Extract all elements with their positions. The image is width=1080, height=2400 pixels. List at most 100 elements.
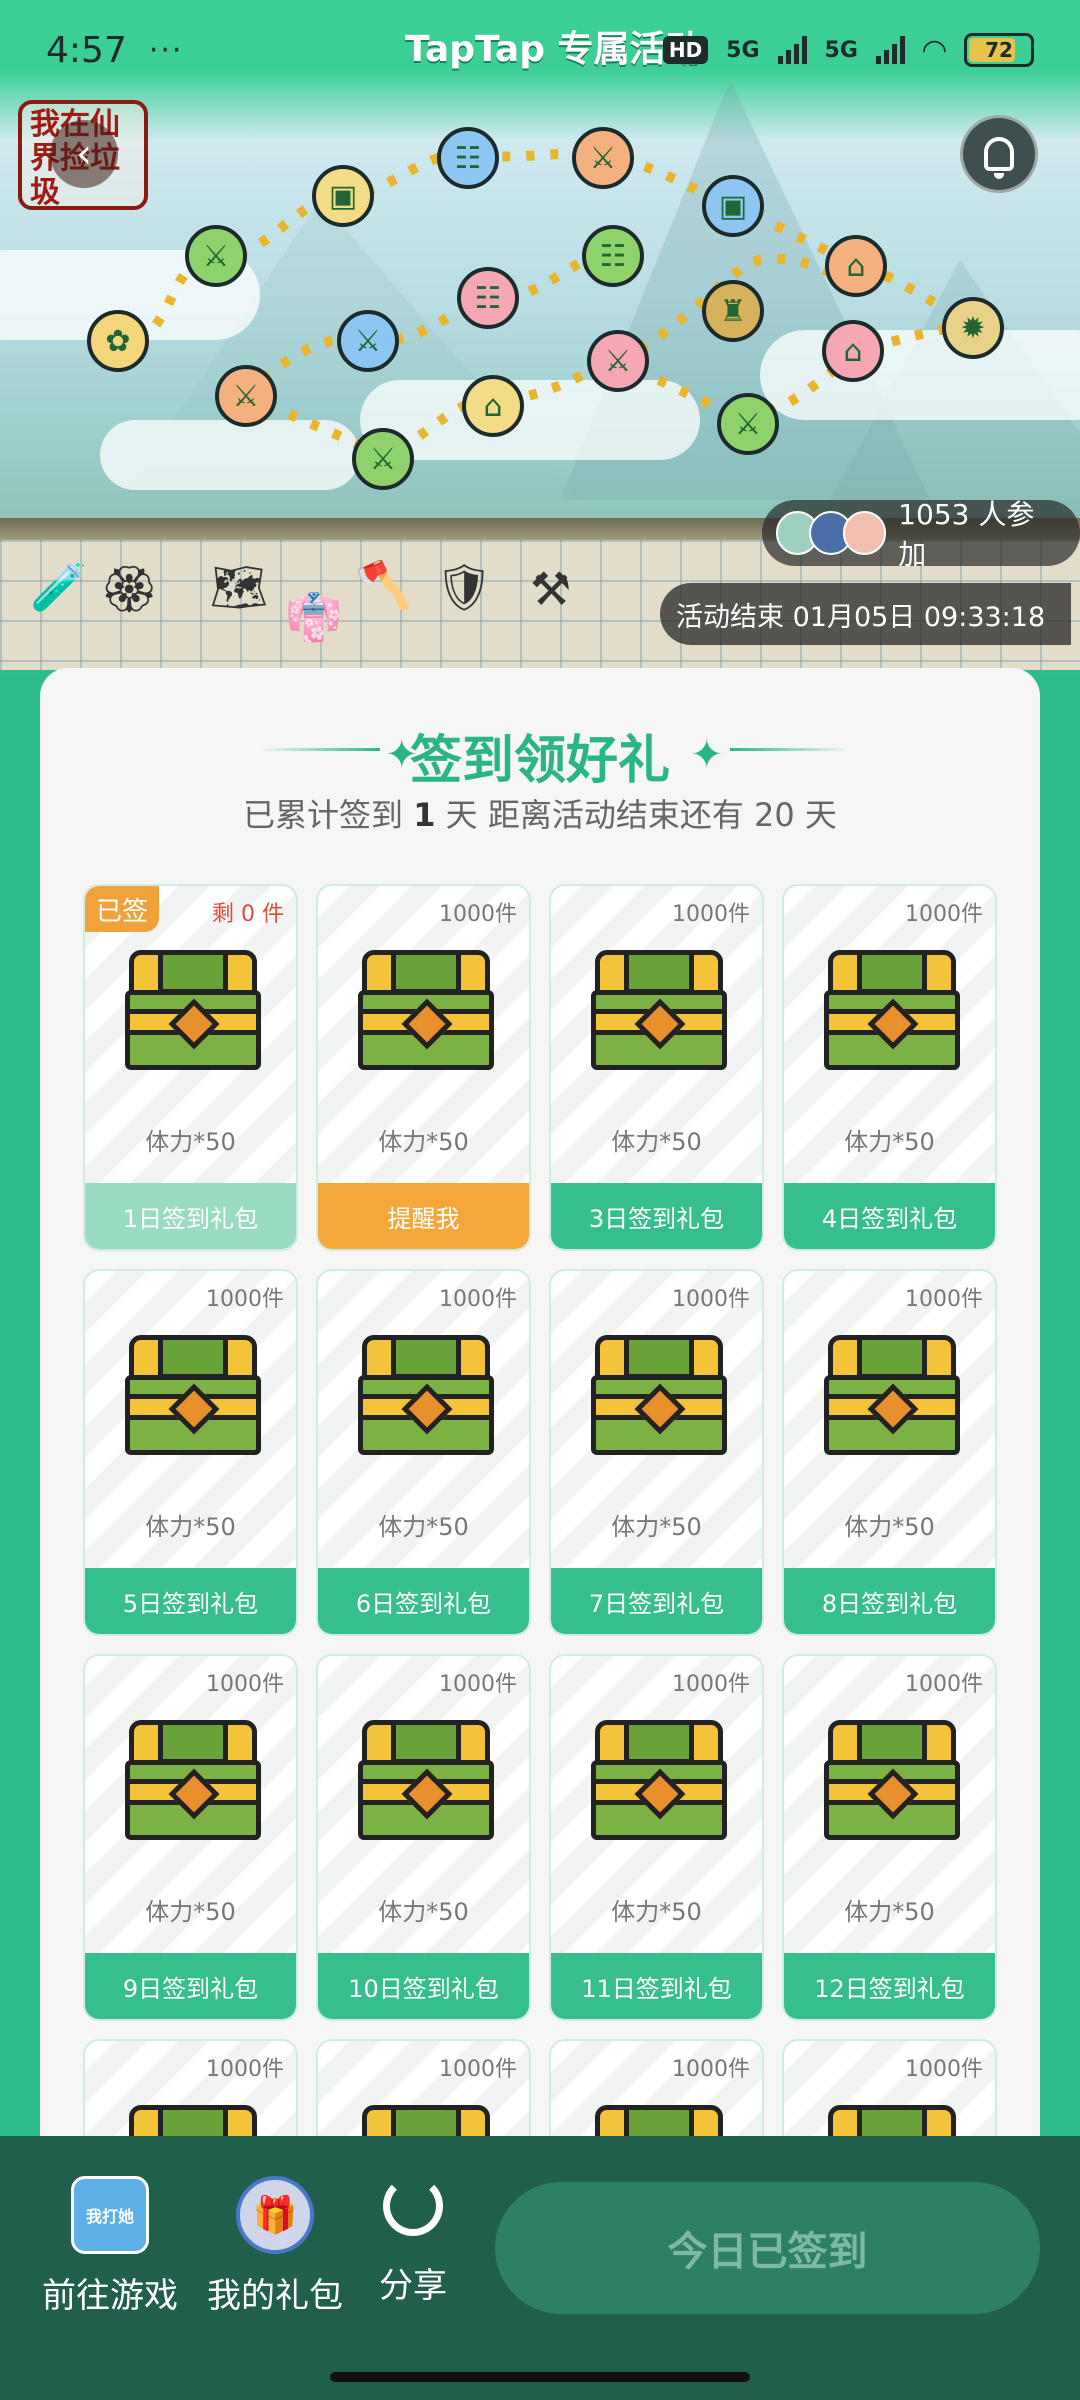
network-type-2: 5G <box>824 37 858 63</box>
gift-claim-button[interactable]: 5日签到礼包 <box>85 1568 296 1634</box>
map-node-boss-icon[interactable]: ✹ <box>942 297 1004 359</box>
signal-icon <box>777 36 807 64</box>
gift-reward: 体力*50 <box>145 1898 236 1926</box>
activity-banner: ✿ ⚔ ⚔ ▣ ⚔ ⚔ ☷ ☷ ⌂ ⚔ ☷ ⚔ ▣ ♜ ⚔ ⌂ ⌂ ✹ 🧪 🏵 … <box>0 0 1080 680</box>
participants-count: 1053 人参加 <box>898 498 1035 571</box>
gift-claim-button[interactable]: 9日签到礼包 <box>85 1953 296 2019</box>
gift-card[interactable]: 1000件体力*50 12日签到礼包 <box>782 1654 997 2021</box>
title-decoration <box>730 748 850 751</box>
battery-icon: 72 <box>964 33 1034 67</box>
share-icon <box>383 2176 443 2236</box>
gift-stock: 1000件 <box>206 1672 284 1697</box>
item-medal-icon: 🏵 <box>100 562 159 616</box>
map-node-chest-icon[interactable]: ▣ <box>702 175 764 237</box>
map-node-swords-icon[interactable]: ⚔ <box>215 365 277 427</box>
gift-reward: 体力*50 <box>378 1898 469 1926</box>
gift-card[interactable]: 1000件 体力*50 8日签到礼包 <box>782 1269 997 1636</box>
gift-card[interactable]: 1000件体力*50 7日签到礼包 <box>549 1269 764 1636</box>
map-node-scroll-icon[interactable]: ☷ <box>437 127 499 189</box>
notification-button[interactable] <box>960 115 1038 193</box>
wifi-icon: ◠ <box>922 32 946 68</box>
sparkle-icon: ✦ <box>690 732 724 778</box>
home-indicator[interactable] <box>330 2372 750 2382</box>
gift-reward: 体力*50 <box>611 1128 702 1156</box>
gift-card[interactable]: 1000件体力*50 10日签到礼包 <box>316 1654 531 2021</box>
signed-badge: 已签 <box>85 886 159 932</box>
map-node-scroll-icon[interactable]: ☷ <box>457 267 519 329</box>
map-node-temple-icon[interactable]: ⌂ <box>822 320 884 382</box>
gift-claim-button[interactable]: 12日签到礼包 <box>784 1953 995 2019</box>
gift-stock: 1000件 <box>439 2057 517 2082</box>
map-node-swords-icon[interactable]: ⚔ <box>717 393 779 455</box>
gift-stock: 1000件 <box>905 1287 983 1312</box>
gift-card[interactable]: 1000件体力*50 提醒我 <box>316 884 531 1251</box>
gift-card[interactable]: 1000件 体力*50 5日签到礼包 <box>83 1269 298 1636</box>
back-button[interactable]: ‹ <box>50 120 118 188</box>
gift-card[interactable]: 1000件体力*50 9日签到礼包 <box>83 1654 298 2021</box>
gift-claim-button[interactable]: 6日签到礼包 <box>318 1568 529 1634</box>
item-axe-icon: 🪓 <box>355 558 413 612</box>
map-node-lotus-icon[interactable]: ✿ <box>87 310 149 372</box>
item-flask-icon: 🧪 <box>30 560 88 614</box>
gift-reward: 体力*50 <box>378 1128 469 1156</box>
go-to-game-label: 前往游戏 <box>42 2276 178 2316</box>
map-node-temple-icon[interactable]: ⌂ <box>462 375 524 437</box>
treasure-chest-icon <box>358 1720 494 1844</box>
gift-card[interactable]: 1000件 体力*50 11日签到礼包 <box>549 1654 764 2021</box>
gift-stock: 1000件 <box>439 902 517 927</box>
gift-claim-button[interactable]: 8日签到礼包 <box>784 1568 995 1634</box>
map-node-swords-icon[interactable]: ⚔ <box>337 310 399 372</box>
map-node-demon-icon[interactable]: ♜ <box>702 280 764 342</box>
my-gifts-label: 我的礼包 <box>207 2276 343 2316</box>
summary-suffix: 天 <box>804 796 837 834</box>
map-node-temple-icon[interactable]: ⌂ <box>825 235 887 297</box>
checkin-summary: 已累计签到 1 天 距离活动结束还有 20 天 <box>40 790 1040 836</box>
gift-stock: 1000件 <box>905 902 983 927</box>
gift-reward: 体力*50 <box>611 1513 702 1541</box>
map-node-swords-icon[interactable]: ⚔ <box>587 330 649 392</box>
gift-reward: 体力*50 <box>145 1128 236 1156</box>
map-node-swords-icon[interactable]: ⚔ <box>572 127 634 189</box>
share-label: 分享 <box>379 2266 447 2306</box>
gift-card[interactable]: 1000件 体力*50 3日签到礼包 <box>549 884 764 1251</box>
gift-claim-button[interactable]: 11日签到礼包 <box>551 1953 762 2019</box>
gift-card[interactable]: 1000件 体力*50 4日签到礼包 <box>782 884 997 1251</box>
share-button[interactable]: 分享 <box>338 2176 488 2307</box>
checkin-today-button[interactable]: 今日已签到 <box>495 2182 1040 2314</box>
signed-days-count: 1 <box>413 796 436 834</box>
gift-stock: 1000件 <box>672 2057 750 2082</box>
map-node-swords-icon[interactable]: ⚔ <box>352 428 414 490</box>
status-right-icons: HD 5G 5G ◠ 72 <box>662 32 1034 68</box>
my-gifts-button[interactable]: 🎁 我的礼包 <box>200 2176 350 2317</box>
gift-stock: 1000件 <box>439 1672 517 1697</box>
gift-stock: 1000件 <box>439 1287 517 1312</box>
item-robe-icon: 👘 <box>285 590 343 644</box>
gift-bag-icon: 🎁 <box>236 2176 314 2254</box>
map-node-swords-icon[interactable]: ⚔ <box>185 225 247 287</box>
gift-claim-button[interactable]: 10日签到礼包 <box>318 1953 529 2019</box>
gift-reward: 体力*50 <box>844 1898 935 1926</box>
map-node-chest-icon[interactable]: ▣ <box>312 165 374 227</box>
go-to-game-button[interactable]: 我打她 前往游戏 <box>35 2176 185 2317</box>
gift-stock: 1000件 <box>905 1672 983 1697</box>
checkin-title: 签到领好礼 <box>409 731 670 791</box>
treasure-chest-icon <box>125 1335 261 1459</box>
hd-icon: HD <box>662 36 709 64</box>
participants-badge: 1053 人参加 <box>762 498 1080 571</box>
gift-claim-button[interactable]: 1日签到礼包 <box>85 1183 296 1249</box>
gift-reward: 体力*50 <box>145 1513 236 1541</box>
gift-claim-button[interactable]: 4日签到礼包 <box>784 1183 995 1249</box>
gift-claim-button[interactable]: 7日签到礼包 <box>551 1568 762 1634</box>
remind-me-button[interactable]: 提醒我 <box>318 1183 529 1249</box>
signal-icon <box>875 36 905 64</box>
gift-claim-button[interactable]: 3日签到礼包 <box>551 1183 762 1249</box>
treasure-chest-icon <box>125 1720 261 1844</box>
gift-card[interactable]: 1000件 体力*50 6日签到礼包 <box>316 1269 531 1636</box>
remaining-days-count: 20 <box>754 796 795 834</box>
gift-card[interactable]: 剩 0 件 已签 体力*50 1日签到礼包 <box>83 884 298 1251</box>
bell-icon <box>984 137 1014 179</box>
treasure-chest-icon <box>824 1720 960 1844</box>
status-notification-icons: ··· <box>148 32 184 68</box>
gift-stock: 1000件 <box>672 1287 750 1312</box>
map-node-scroll-icon[interactable]: ☷ <box>582 225 644 287</box>
